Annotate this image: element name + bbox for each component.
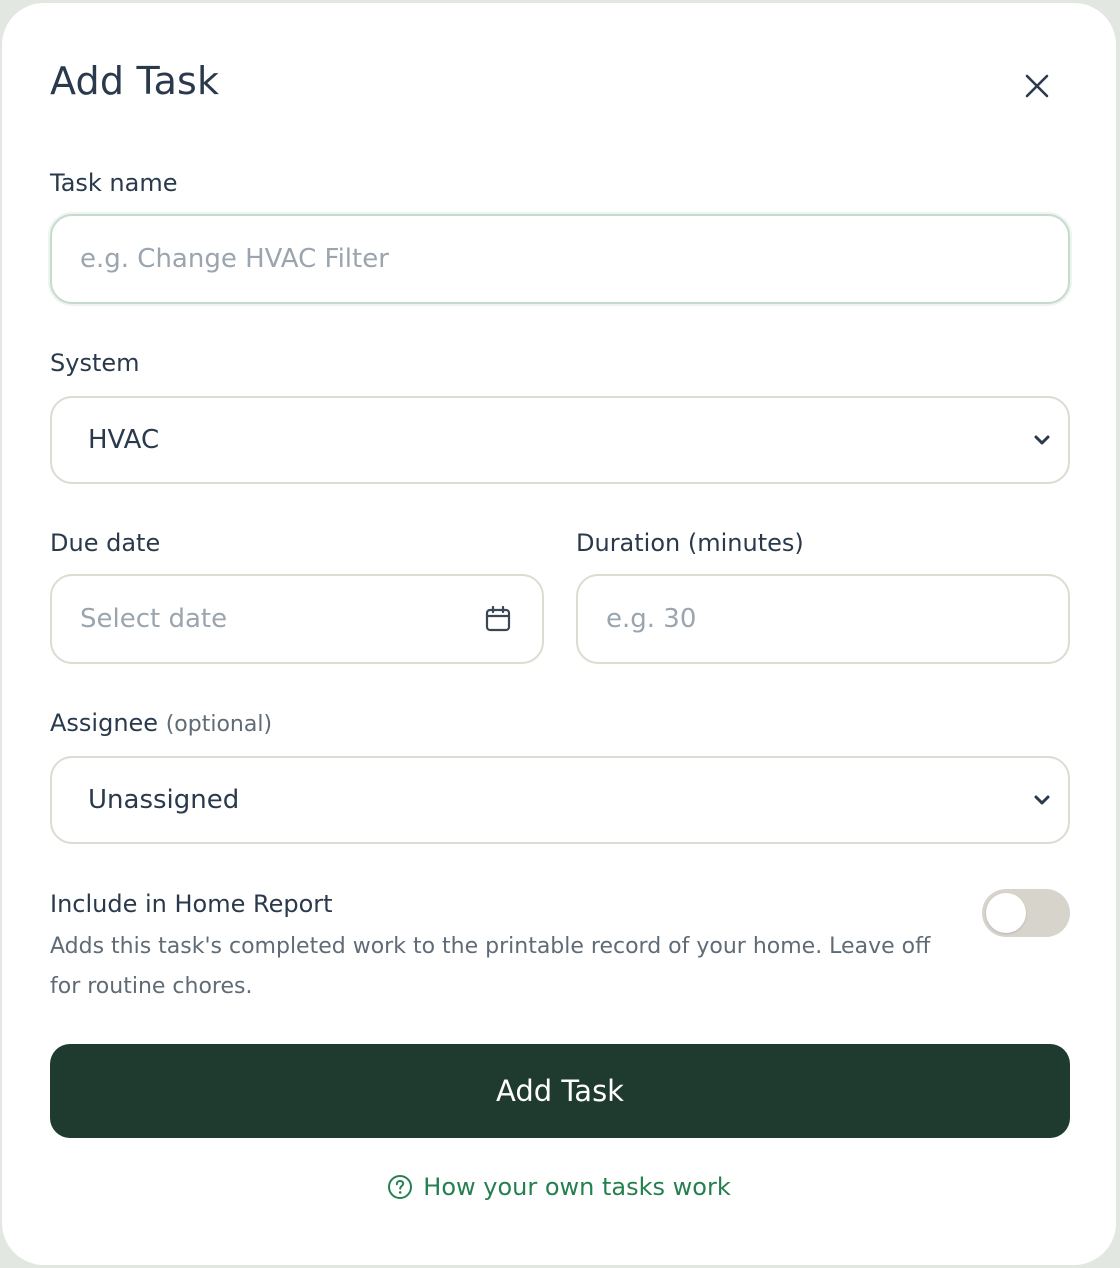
due-date-label: Due date xyxy=(50,529,161,557)
task-name-label: Task name xyxy=(50,169,178,197)
system-select[interactable]: HVAC xyxy=(50,396,1070,484)
add-task-modal: Add Task Task name e.g. Change HVAC Filt… xyxy=(2,3,1116,1265)
modal-title: Add Task xyxy=(50,59,220,103)
duration-placeholder: e.g. 30 xyxy=(606,604,697,634)
task-name-placeholder: e.g. Change HVAC Filter xyxy=(80,244,389,274)
system-label: System xyxy=(50,349,140,377)
chevron-down-icon xyxy=(1034,795,1050,805)
due-date-input[interactable]: Select date xyxy=(50,574,544,664)
duration-input[interactable]: e.g. 30 xyxy=(576,574,1070,664)
system-selected-value: HVAC xyxy=(88,425,160,455)
close-button[interactable] xyxy=(1018,67,1056,105)
home-report-description: Adds this task's completed work to the p… xyxy=(50,934,931,999)
assignee-selected-value: Unassigned xyxy=(88,785,240,815)
toggle-knob xyxy=(986,893,1026,933)
chevron-down-icon xyxy=(1034,435,1050,445)
assignee-select[interactable]: Unassigned xyxy=(50,756,1070,844)
question-circle-icon xyxy=(388,1175,413,1199)
due-date-placeholder: Select date xyxy=(80,604,228,634)
home-report-toggle[interactable] xyxy=(982,889,1070,937)
duration-label: Duration (minutes) xyxy=(576,529,804,557)
assignee-optional-text: (optional) xyxy=(165,712,273,737)
help-link-label: How your own tasks work xyxy=(423,1173,731,1201)
help-link[interactable]: How your own tasks work xyxy=(2,1173,1116,1201)
home-report-title: Include in Home Report xyxy=(50,890,333,918)
task-name-input[interactable]: e.g. Change HVAC Filter xyxy=(50,214,1070,304)
calendar-icon[interactable] xyxy=(484,605,512,633)
assignee-label-text: Assignee xyxy=(50,709,159,737)
add-task-button[interactable]: Add Task xyxy=(50,1044,1070,1138)
close-icon xyxy=(1025,74,1049,98)
assignee-label: Assignee (optional) xyxy=(50,709,272,737)
